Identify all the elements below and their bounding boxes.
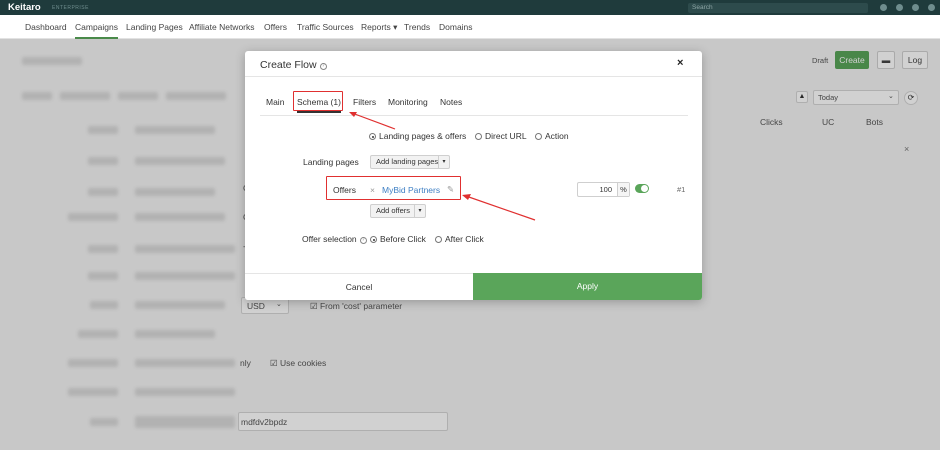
modal-title: Create Flow?	[260, 59, 327, 71]
close-icon[interactable]: ×	[677, 57, 683, 69]
radio-icon	[475, 133, 482, 140]
edit-pencil-icon[interactable]: ✎	[447, 184, 454, 195]
offer-selection-text: Offer selection	[302, 234, 357, 244]
radio-icon	[535, 133, 542, 140]
nav-landing-pages[interactable]: Landing Pages	[126, 22, 183, 32]
schema-option-landings-offers[interactable]: Landing pages & offers	[369, 131, 466, 141]
top-bar: Keitaro ENTERPRISE Search	[0, 0, 940, 15]
offer-index: #1	[677, 185, 686, 194]
radio-icon	[435, 236, 442, 243]
add-landing-pages-label: Add landing pages	[376, 157, 439, 166]
offer-selection-option-label: Before Click	[380, 234, 426, 244]
add-landing-pages-button[interactable]: Add landing pages ▾	[370, 155, 450, 169]
schema-option-direct-url[interactable]: Direct URL	[475, 131, 527, 141]
schema-option-action[interactable]: Action	[535, 131, 569, 141]
weight-unit: %	[617, 183, 629, 196]
nav-traffic-sources[interactable]: Traffic Sources	[297, 22, 354, 32]
app-logo[interactable]: Keitaro	[8, 2, 41, 13]
offer-weight-input[interactable]: 100 %	[577, 182, 630, 197]
nav-campaigns[interactable]: Campaigns	[75, 22, 118, 39]
help-icon[interactable]: ?	[319, 63, 327, 70]
offer-link[interactable]: MyBid Partners	[382, 185, 440, 195]
offer-selection-label: Offer selection?	[302, 234, 367, 244]
nav-dashboard[interactable]: Dashboard	[25, 22, 67, 32]
radio-icon	[370, 236, 377, 243]
landing-pages-label: Landing pages	[303, 157, 359, 167]
add-offers-label: Add offers	[376, 206, 411, 215]
modal-title-text: Create Flow	[260, 59, 317, 71]
help-icon[interactable]	[896, 4, 903, 11]
main-nav: Dashboard Campaigns Landing Pages Affili…	[0, 15, 940, 39]
nav-reports[interactable]: Reports ▾	[361, 22, 397, 33]
nav-trends[interactable]: Trends	[404, 22, 430, 32]
schema-option-label: Action	[545, 131, 569, 141]
offer-selection-option-label: After Click	[445, 234, 484, 244]
caret-down-icon[interactable]: ▾	[414, 205, 425, 217]
tab-main[interactable]: Main	[266, 97, 284, 107]
divider	[245, 76, 702, 77]
notifications-icon[interactable]	[880, 4, 887, 11]
apply-button[interactable]: Apply	[473, 273, 702, 300]
app-logo-subtitle: ENTERPRISE	[52, 5, 89, 11]
offer-selection-after-click[interactable]: After Click	[435, 234, 484, 244]
nav-offers[interactable]: Offers	[264, 22, 287, 32]
add-offers-button[interactable]: Add offers ▾	[370, 204, 426, 218]
offer-enabled-toggle[interactable]	[635, 184, 649, 193]
caret-down-icon[interactable]: ▾	[438, 156, 449, 168]
offer-weight-value: 100	[599, 185, 612, 194]
cancel-button[interactable]: Cancel	[245, 273, 473, 300]
schema-option-label: Direct URL	[485, 131, 527, 141]
global-search-input[interactable]: Search	[688, 3, 868, 13]
highlight-box-schema	[293, 91, 343, 111]
settings-icon[interactable]	[928, 4, 935, 11]
offer-selection-before-click[interactable]: Before Click	[370, 234, 426, 244]
tab-notes[interactable]: Notes	[440, 97, 462, 107]
divider	[260, 115, 688, 116]
tab-filters[interactable]: Filters	[353, 97, 376, 107]
help-icon[interactable]: ?	[359, 237, 367, 244]
remove-offer-icon[interactable]: ×	[370, 185, 375, 195]
offers-label: Offers	[333, 185, 356, 195]
radio-icon	[369, 133, 376, 140]
schema-option-label: Landing pages & offers	[379, 131, 467, 141]
create-flow-modal: Create Flow? × Main Schema (1) Filters M…	[245, 51, 702, 300]
nav-affiliate-networks[interactable]: Affiliate Networks	[189, 22, 255, 32]
user-icon[interactable]	[912, 4, 919, 11]
nav-domains[interactable]: Domains	[439, 22, 473, 32]
tab-monitoring[interactable]: Monitoring	[388, 97, 428, 107]
